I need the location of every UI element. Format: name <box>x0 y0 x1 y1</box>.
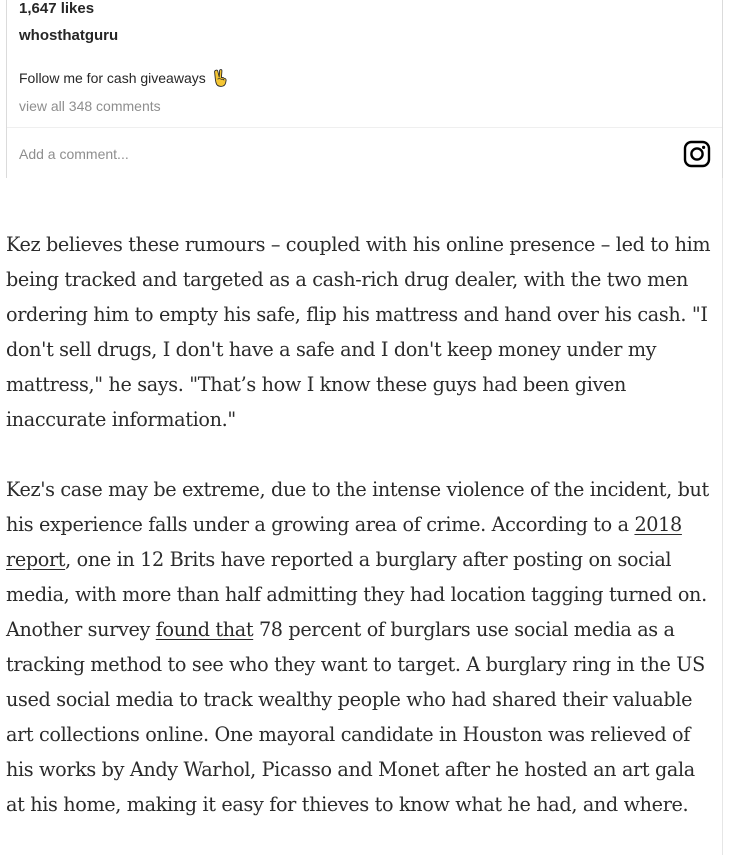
caption-text: Follow me for cash giveaways <box>19 70 206 86</box>
paragraph-text: Kez's case may be extreme, due to the in… <box>6 478 709 536</box>
likes-count[interactable]: 1,647 likes <box>19 0 94 18</box>
survey-link[interactable]: found that <box>156 618 254 641</box>
view-all-comments-link[interactable]: view all 348 comments <box>19 97 161 115</box>
instagram-icon[interactable] <box>683 140 711 168</box>
victory-hand-icon <box>213 69 227 87</box>
embed-divider <box>7 127 722 128</box>
add-comment-input[interactable] <box>19 142 639 166</box>
article-body: Kez believes these rumours – coupled wit… <box>6 227 718 855</box>
article-paragraph: Kez believes these rumours – coupled wit… <box>6 233 711 431</box>
paragraph-text: 78 percent of burglars use social media … <box>6 618 705 816</box>
article-paragraph: Kez's case may be extreme, due to the in… <box>6 472 718 822</box>
instagram-embed: 1,647 likes whosthatguru Follow me for c… <box>6 0 723 178</box>
post-caption: Follow me for cash giveaways <box>19 68 227 88</box>
post-username[interactable]: whosthatguru <box>19 27 118 45</box>
